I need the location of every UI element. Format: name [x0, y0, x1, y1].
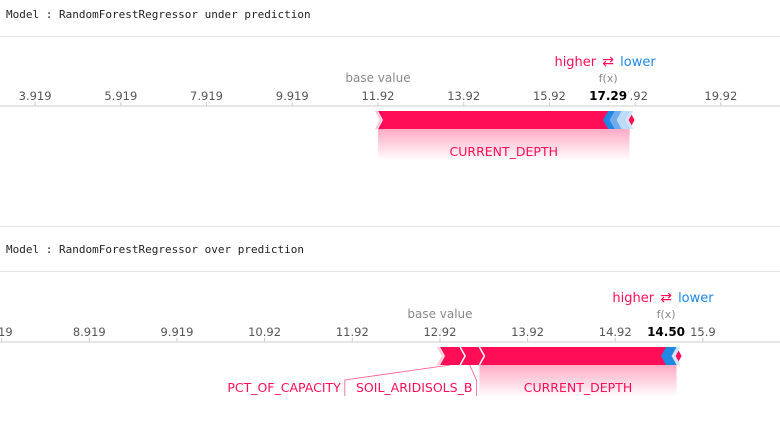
fx-value: 14.50	[647, 325, 685, 339]
tick-label: 7.919	[190, 89, 223, 103]
panel-1-divider	[0, 36, 780, 37]
tick-label: 11.92	[362, 89, 395, 103]
legend-lower: lower	[620, 55, 656, 70]
positive-segment-current_depth	[378, 111, 635, 129]
tick-label: 13.92	[511, 325, 544, 339]
tick-label: 15.92	[533, 89, 566, 103]
fx-value: 17.29	[589, 89, 627, 103]
panel-2-title: Model : RandomForestRegressor over predi…	[6, 243, 305, 256]
legend-lower: lower	[678, 291, 714, 306]
base-value-label: base value	[345, 71, 410, 85]
tick-label: 11.92	[336, 325, 369, 339]
tick-label: 19.92	[704, 89, 737, 103]
panel-2-divider	[0, 271, 780, 272]
positive-segment-current_depth	[479, 347, 682, 365]
feature-label-current_depth: CURRENT_DEPTH	[450, 144, 558, 159]
feature-label-pct_of_capacity: PCT_OF_CAPACITY	[227, 380, 341, 395]
legend-arrow-icon: ⇄	[602, 54, 614, 70]
tick-label: 15.9	[690, 325, 716, 339]
legend-arrow-icon: ⇄	[660, 290, 672, 306]
panel-separator	[0, 226, 780, 227]
tick-label: 9.919	[160, 325, 193, 339]
tick-label: 10.92	[248, 325, 281, 339]
fx-label: f(x)	[657, 308, 676, 321]
feature-label-current_depth: CURRENT_DEPTH	[524, 380, 632, 395]
tick-label: 5.919	[104, 89, 137, 103]
tick-label: 13.92	[447, 89, 480, 103]
tick-label: 12.92	[423, 325, 456, 339]
legend-higher: higher	[554, 55, 596, 70]
legend-higher: higher	[612, 291, 654, 306]
force-plot-over-prediction: 919 8.919 9.919 10.92 11.92 12.92 13.92 14.92 15…	[0, 290, 780, 397]
panel-1-title: Model : RandomForestRegressor under pred…	[6, 8, 311, 21]
feature-label-soil_aridisols_b: SOIL_ARIDISOLS_B	[356, 380, 472, 395]
base-value-label: base value	[407, 307, 472, 321]
tick-label: 3.919	[19, 89, 52, 103]
tick-label: 8.919	[73, 325, 106, 339]
tick-label: 14.92	[599, 325, 632, 339]
tick-label: 919	[0, 325, 13, 339]
tick-label: 9.919	[276, 89, 309, 103]
force-plot-under-prediction: 3.919 5.919 7.919 9.919 11.92 13.92 15.92 7.92 1…	[0, 54, 780, 161]
fx-label: f(x)	[599, 72, 618, 85]
